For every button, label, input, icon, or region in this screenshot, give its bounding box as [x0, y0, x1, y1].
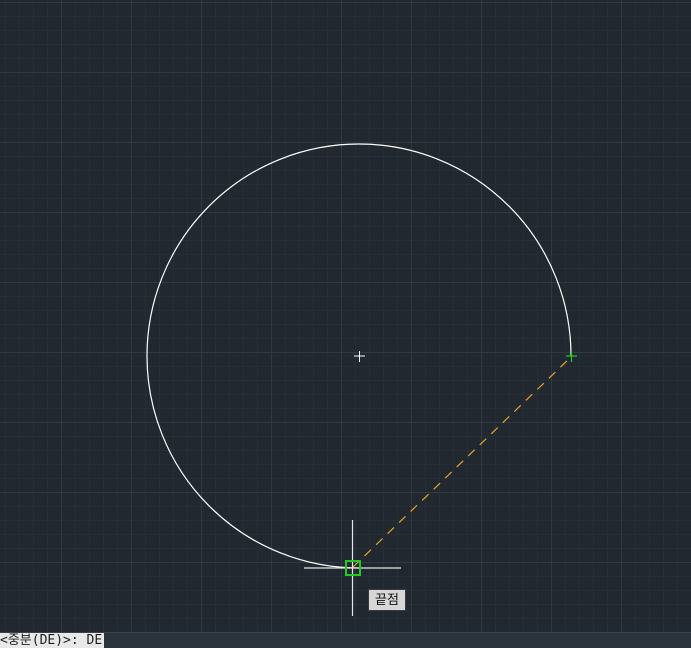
command-line[interactable]: <중분(DE)>: DE — [0, 632, 691, 648]
drawing-canvas[interactable] — [0, 0, 691, 648]
osnap-tooltip-label: 끝점 — [375, 593, 399, 608]
osnap-tooltip: 끝점 — [368, 589, 406, 611]
command-prompt-text[interactable]: <중분(DE)>: DE — [0, 633, 105, 648]
